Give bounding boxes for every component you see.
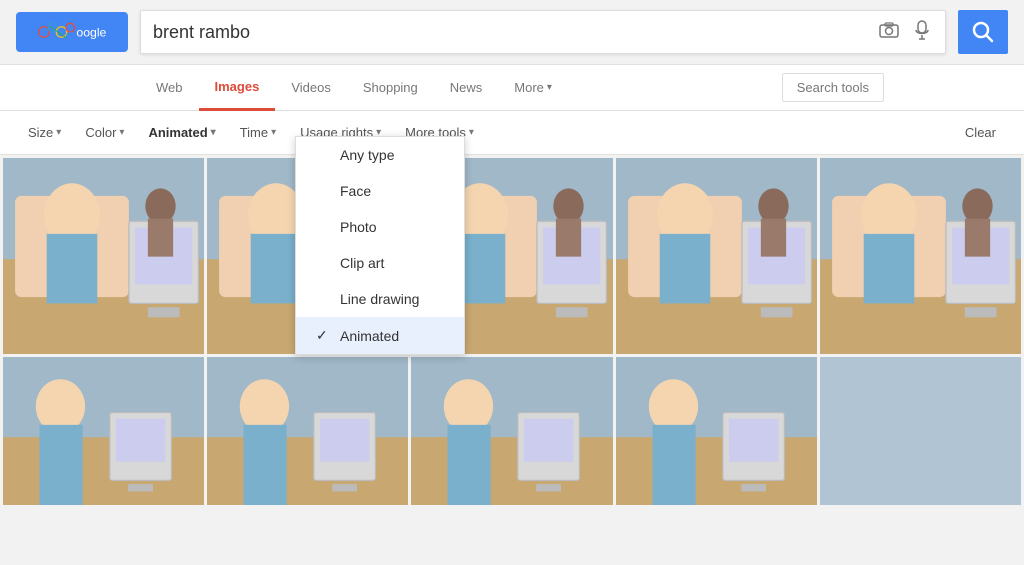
nav-more[interactable]: More ▾ <box>498 65 568 111</box>
color-chevron-icon: ▾ <box>119 127 124 138</box>
image-result-5[interactable] <box>820 158 1021 354</box>
search-button[interactable] <box>958 10 1008 54</box>
filter-color[interactable]: Color ▾ <box>73 117 136 148</box>
image-results <box>0 155 1024 505</box>
nav-images[interactable]: Images <box>199 65 276 111</box>
more-chevron-icon: ▾ <box>547 82 552 93</box>
image-result-1[interactable] <box>3 158 204 354</box>
nav-shopping[interactable]: Shopping <box>347 65 434 111</box>
dropdown-item-any-type[interactable]: Any type <box>296 137 464 173</box>
image-result-10[interactable] <box>820 357 1021 505</box>
image-result-6[interactable] <box>3 357 204 505</box>
size-chevron-icon: ▾ <box>56 127 61 138</box>
nav-web[interactable]: Web <box>140 65 199 111</box>
filter-animated[interactable]: Animated ▾ <box>136 117 227 148</box>
more-tools-chevron-icon: ▾ <box>469 127 474 138</box>
filter-time[interactable]: Time ▾ <box>228 117 288 148</box>
camera-icon-button[interactable] <box>875 18 903 47</box>
header: oogle <box>0 0 1024 65</box>
image-result-8[interactable] <box>411 357 612 505</box>
animated-chevron-icon: ▾ <box>211 127 216 138</box>
animated-dropdown: Any type Face Photo Clip art Line drawin… <box>295 136 465 355</box>
search-tools-button[interactable]: Search tools <box>782 73 884 102</box>
dropdown-item-face[interactable]: Face <box>296 173 464 209</box>
image-result-9[interactable] <box>616 357 817 505</box>
google-logo[interactable]: oogle <box>16 12 128 52</box>
image-result-7[interactable] <box>207 357 408 505</box>
time-chevron-icon: ▾ <box>271 127 276 138</box>
dropdown-item-line-drawing[interactable]: Line drawing <box>296 281 464 317</box>
clear-button[interactable]: Clear <box>953 117 1008 148</box>
mic-icon-button[interactable] <box>911 16 933 49</box>
nav-news[interactable]: News <box>434 65 499 111</box>
nav-bar: Web Images Videos Shopping News More ▾ S… <box>0 65 1024 111</box>
nav-videos[interactable]: Videos <box>275 65 347 111</box>
dropdown-item-photo[interactable]: Photo <box>296 209 464 245</box>
filter-bar: Size ▾ Color ▾ Animated ▾ Time ▾ Usage r… <box>0 111 1024 155</box>
dropdown-item-clip-art[interactable]: Clip art <box>296 245 464 281</box>
filter-size[interactable]: Size ▾ <box>16 117 73 148</box>
svg-text:oogle: oogle <box>76 25 106 39</box>
search-input[interactable] <box>153 22 867 43</box>
image-result-4[interactable] <box>616 158 817 354</box>
dropdown-item-animated[interactable]: ✓ Animated <box>296 317 464 354</box>
check-icon-animated: ✓ <box>316 327 332 344</box>
search-bar <box>140 10 946 54</box>
